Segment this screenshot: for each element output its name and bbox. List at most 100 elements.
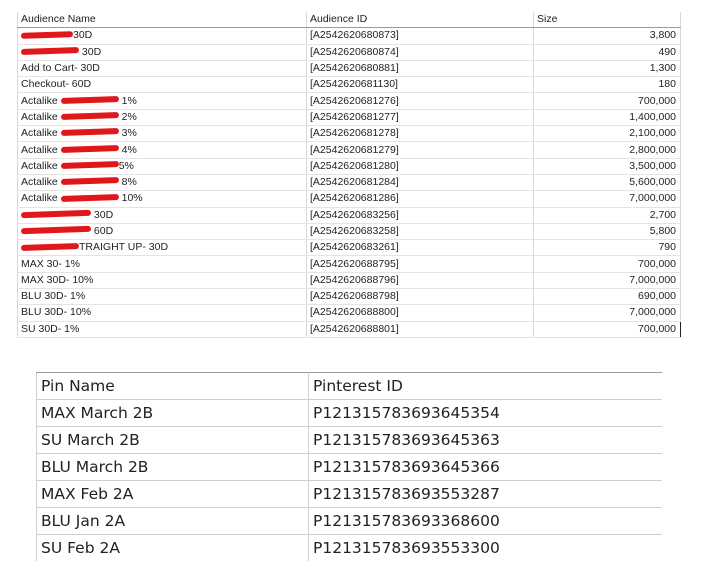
column-header-size[interactable]: Size bbox=[533, 12, 681, 29]
audience-id-cell[interactable]: [A2542620681278] bbox=[306, 125, 534, 143]
size-cell[interactable]: 5,800 bbox=[533, 223, 681, 241]
audience-name-cell[interactable]: MAX 30D- 10% bbox=[17, 272, 307, 290]
table-row[interactable]: SU 30D- 1% [A2542620688801] 700,000 bbox=[17, 321, 681, 338]
size-cell[interactable]: 2,100,000 bbox=[533, 125, 681, 143]
table-row[interactable]: Actalike 4% [A2542620681279] 2,800,000 bbox=[17, 141, 681, 159]
audience-name-cell[interactable]: SU 30D- 1% bbox=[17, 321, 307, 338]
audience-id-cell[interactable]: [A2542620681279] bbox=[306, 141, 534, 159]
audience-name-cell[interactable]: Actalike 2% bbox=[17, 109, 307, 127]
audience-id-cell[interactable]: [A2542620683258] bbox=[306, 223, 534, 241]
table-row[interactable]: MAX March 2B P121315783693645354 bbox=[36, 399, 662, 427]
audience-id-cell[interactable]: [A2542620683261] bbox=[306, 239, 534, 257]
audience-name-cell[interactable]: MAX 30- 1% bbox=[17, 255, 307, 273]
audience-id-cell[interactable]: [A2542620681277] bbox=[306, 109, 534, 127]
audience-name-cell[interactable]: 30D bbox=[17, 207, 307, 224]
size-cell[interactable]: 2,800,000 bbox=[533, 141, 681, 159]
size-cell[interactable]: 1,400,000 bbox=[533, 109, 681, 127]
audience-name-cell[interactable]: Actalike 5% bbox=[17, 158, 307, 175]
audience-name-cell[interactable]: Actalike 4% bbox=[17, 141, 307, 159]
pinterest-id-cell[interactable]: P121315783693645354 bbox=[308, 399, 662, 427]
table-row[interactable]: 30D [A2542620680874] 490 bbox=[17, 44, 681, 61]
table-row[interactable]: 30D [A2542620680873] 3,800 bbox=[17, 27, 681, 45]
table-row[interactable]: Actalike 1% [A2542620681276] 700,000 bbox=[17, 92, 681, 110]
table-row[interactable]: Actalike 2% [A2542620681277] 1,400,000 bbox=[17, 109, 681, 127]
redaction-mark bbox=[20, 209, 92, 219]
audience-id-cell[interactable]: [A2542620683256] bbox=[306, 207, 534, 224]
audience-id-cell[interactable]: [A2542620688795] bbox=[306, 255, 534, 273]
audience-name-cell[interactable]: BLU 30D- 1% bbox=[17, 288, 307, 306]
table-row[interactable]: BLU March 2B P121315783693645366 bbox=[36, 453, 662, 481]
audience-name-cell[interactable]: Actalike 1% bbox=[17, 92, 307, 110]
column-header-audience-id[interactable]: Audience ID bbox=[306, 12, 534, 29]
pinterest-id-cell[interactable]: P121315783693645363 bbox=[308, 426, 662, 454]
audience-id-cell[interactable]: [A2542620681280] bbox=[306, 158, 534, 175]
audience-id-cell[interactable]: [A2542620688796] bbox=[306, 272, 534, 290]
pinterest-id-cell[interactable]: P121315783693368600 bbox=[308, 507, 662, 535]
pin-name-cell[interactable]: MAX Feb 2A bbox=[36, 480, 309, 508]
table-row[interactable]: BLU 30D- 1% [A2542620688798] 690,000 bbox=[17, 288, 681, 306]
table-row[interactable]: 30D [A2542620683256] 2,700 bbox=[17, 207, 681, 224]
table-row[interactable]: Actalike 10% [A2542620681286] 7,000,000 bbox=[17, 190, 681, 208]
size-cell[interactable]: 1,300 bbox=[533, 60, 681, 78]
audience-name-cell[interactable]: TRAIGHT UP- 30D bbox=[17, 239, 307, 257]
table-row[interactable]: Actalike 8% [A2542620681284] 5,600,000 bbox=[17, 174, 681, 192]
pinterest-id-cell[interactable]: P121315783693553300 bbox=[309, 535, 662, 562]
audience-id-cell[interactable]: [A2542620688798] bbox=[306, 288, 534, 306]
table-row[interactable]: MAX Feb 2A P121315783693553287 bbox=[36, 480, 662, 508]
table-row[interactable]: Actalike 5% [A2542620681280] 3,500,000 bbox=[17, 158, 681, 175]
audience-name-cell[interactable]: 30D bbox=[17, 27, 307, 45]
column-header-pinterest-id[interactable]: Pinterest ID bbox=[308, 372, 662, 400]
pin-name-cell[interactable]: BLU Jan 2A bbox=[36, 507, 309, 535]
audience-id-cell[interactable]: [A2542620688800] bbox=[306, 304, 534, 322]
size-cell[interactable]: 700,000 bbox=[533, 255, 681, 273]
pinterest-id-cell[interactable]: P121315783693553287 bbox=[308, 480, 662, 508]
table-row[interactable]: Add to Cart- 30D [A2542620680881] 1,300 bbox=[17, 60, 681, 78]
audience-name-cell[interactable]: Add to Cart- 30D bbox=[17, 60, 307, 78]
table-row[interactable]: SU March 2B P121315783693645363 bbox=[36, 426, 662, 454]
size-cell[interactable]: 3,800 bbox=[533, 27, 681, 45]
pin-name-cell[interactable]: MAX March 2B bbox=[36, 399, 309, 427]
audience-name-cell[interactable]: Actalike 10% bbox=[17, 190, 307, 208]
size-cell[interactable]: 5,600,000 bbox=[533, 174, 681, 192]
audience-id-cell[interactable]: [A2542620680874] bbox=[306, 44, 534, 61]
column-header-audience-name[interactable]: Audience Name bbox=[17, 12, 307, 29]
audience-name-cell[interactable]: Checkout- 60D bbox=[17, 76, 307, 94]
audience-id-cell[interactable]: [A2542620681286] bbox=[306, 190, 534, 208]
audience-name-cell[interactable]: Actalike 3% bbox=[17, 125, 307, 143]
size-cell[interactable]: 7,000,000 bbox=[533, 304, 681, 322]
audience-id-cell[interactable]: [A2542620681284] bbox=[306, 174, 534, 192]
size-cell[interactable]: 700,000 bbox=[533, 92, 681, 110]
audience-name-cell[interactable]: BLU 30D- 10% bbox=[17, 304, 307, 322]
audience-name-cell[interactable]: 30D bbox=[17, 44, 307, 61]
size-cell[interactable]: 490 bbox=[533, 44, 681, 61]
pin-name-cell[interactable]: SU March 2B bbox=[36, 426, 309, 454]
table-row[interactable]: Actalike 3% [A2542620681278] 2,100,000 bbox=[17, 125, 681, 143]
size-cell[interactable]: 7,000,000 bbox=[533, 190, 681, 208]
audience-id-cell[interactable]: [A2542620681276] bbox=[306, 92, 534, 110]
audience-name-cell[interactable]: Actalike 8% bbox=[17, 174, 307, 192]
audience-id-cell[interactable]: [A2542620680881] bbox=[306, 60, 534, 78]
size-cell[interactable]: 3,500,000 bbox=[533, 158, 681, 175]
size-cell[interactable]: 2,700 bbox=[533, 207, 681, 224]
size-cell[interactable]: 690,000 bbox=[533, 288, 681, 306]
table-row[interactable]: Checkout- 60D [A2542620681130] 180 bbox=[17, 76, 681, 94]
table-row[interactable]: MAX 30- 1% [A2542620688795] 700,000 bbox=[17, 255, 681, 273]
audience-id-cell[interactable]: [A2542620688801] bbox=[306, 321, 534, 338]
table-row[interactable]: SU Feb 2A P121315783693553300 bbox=[36, 534, 662, 562]
audience-id-cell[interactable]: [A2542620681130] bbox=[306, 76, 534, 94]
table-row[interactable]: 60D [A2542620683258] 5,800 bbox=[17, 223, 681, 241]
pin-name-cell[interactable]: BLU March 2B bbox=[36, 453, 309, 481]
size-cell[interactable]: 7,000,000 bbox=[533, 272, 681, 290]
audience-name-cell[interactable]: 60D bbox=[17, 223, 307, 241]
table-row[interactable]: TRAIGHT UP- 30D [A2542620683261] 790 bbox=[17, 239, 681, 257]
audience-id-cell[interactable]: [A2542620680873] bbox=[306, 27, 534, 45]
size-cell[interactable]: 790 bbox=[533, 239, 681, 257]
size-cell[interactable]: 700,000 bbox=[533, 321, 681, 338]
pin-name-cell[interactable]: SU Feb 2A bbox=[36, 534, 309, 561]
size-cell[interactable]: 180 bbox=[533, 76, 681, 94]
column-header-pin-name[interactable]: Pin Name bbox=[36, 372, 309, 400]
table-row[interactable]: BLU 30D- 10% [A2542620688800] 7,000,000 bbox=[17, 304, 681, 322]
pinterest-id-cell[interactable]: P121315783693645366 bbox=[308, 453, 662, 481]
table-row[interactable]: BLU Jan 2A P121315783693368600 bbox=[36, 507, 662, 535]
table-row[interactable]: MAX 30D- 10% [A2542620688796] 7,000,000 bbox=[17, 272, 681, 290]
